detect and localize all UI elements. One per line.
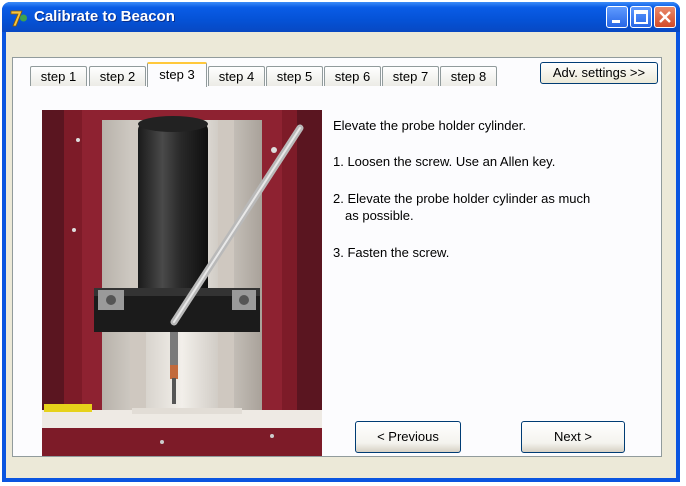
tab-step-1[interactable]: step 1 — [30, 66, 87, 86]
tab-label: step 6 — [334, 69, 371, 84]
instruction-step-1: 1. Loosen the screw. Use an Allen key. — [333, 154, 556, 169]
tab-label: step 7 — [392, 69, 429, 84]
maximize-icon — [634, 10, 648, 24]
tab-step-8[interactable]: step 8 — [440, 66, 497, 86]
window-title: Calibrate to Beacon — [34, 8, 175, 25]
close-icon — [659, 11, 671, 23]
tab-label: step 8 — [450, 69, 487, 84]
adv-settings-button[interactable]: Adv. settings >> — [540, 62, 658, 84]
title-bar[interactable]: Calibrate to Beacon — [2, 2, 680, 32]
calibration-photo — [42, 110, 322, 456]
instruction-step-2: 2. Elevate the probe holder cylinder as … — [333, 191, 591, 206]
instruction-intro: Elevate the probe holder cylinder. — [333, 118, 526, 133]
previous-button[interactable]: < Previous — [355, 421, 461, 453]
minimize-button[interactable] — [606, 6, 628, 28]
tab-label: step 3 — [159, 67, 195, 82]
minimize-icon — [612, 20, 620, 23]
tab-label: step 4 — [218, 69, 255, 84]
tab-step-2[interactable]: step 2 — [89, 66, 146, 86]
app-logo-icon — [10, 10, 27, 27]
tab-step-4[interactable]: step 4 — [208, 66, 265, 86]
tab-label: step 5 — [276, 69, 313, 84]
tab-step-7[interactable]: step 7 — [382, 66, 439, 86]
tab-step-6[interactable]: step 6 — [324, 66, 381, 86]
instruction-step-3: 3. Fasten the screw. — [333, 245, 450, 260]
tab-label: step 2 — [99, 69, 136, 84]
instruction-step-2-continued: as possible. — [345, 208, 414, 223]
tab-step-3[interactable]: step 3 — [147, 62, 207, 87]
next-button[interactable]: Next > — [521, 421, 625, 453]
tab-step-5[interactable]: step 5 — [266, 66, 323, 86]
maximize-button[interactable] — [630, 6, 652, 28]
tab-label: step 1 — [40, 69, 77, 84]
close-button[interactable] — [654, 6, 676, 28]
